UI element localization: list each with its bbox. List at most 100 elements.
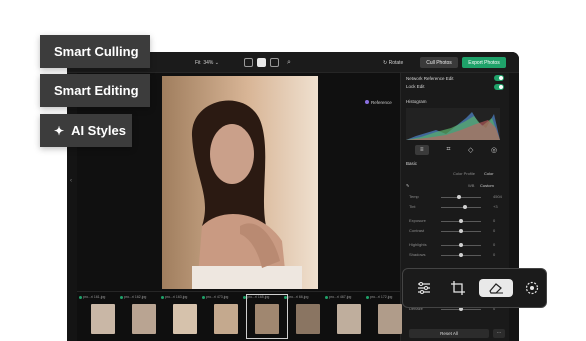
slider-track[interactable] — [441, 197, 481, 198]
reference-label: Reference — [371, 100, 392, 105]
slider-knob[interactable] — [463, 205, 467, 209]
ai-style-icon[interactable] — [521, 279, 543, 297]
prev-arrow-icon[interactable]: ‹ — [70, 178, 72, 184]
slider-knob[interactable] — [459, 229, 463, 233]
histogram-label: Histogram — [406, 99, 427, 104]
slider-temp[interactable]: Temp 4504 — [409, 194, 504, 200]
filmstrip-thumbnail — [91, 304, 115, 334]
smart-editing-callout: Smart Editing — [40, 74, 150, 107]
slider-label: Shadows — [409, 252, 426, 257]
status-dot-icon — [79, 296, 82, 299]
slider-shadows[interactable]: Shadows 0 — [409, 252, 504, 258]
sparkle-icon: ✦ — [54, 123, 65, 138]
slider-value: 0 — [493, 228, 496, 233]
wb-label: WB — [468, 183, 475, 188]
slider-knob[interactable] — [459, 219, 463, 223]
reset-all-button[interactable]: Reset All — [409, 329, 489, 338]
slider-label: Highlights — [409, 242, 427, 247]
adjust-tab-icon[interactable]: ≡ — [414, 145, 429, 155]
lock-edit-toggle[interactable] — [494, 84, 504, 90]
filmstrip-thumbnail — [296, 304, 320, 334]
slider-value: 0 — [493, 242, 496, 247]
slider-highlights[interactable]: Highlights 0 — [409, 242, 504, 248]
wb-select[interactable]: Custom — [480, 183, 494, 188]
status-dot-icon — [120, 296, 123, 299]
crop-tab-icon[interactable]: ⌗ — [446, 146, 450, 154]
filmstrip-item[interactable]: pro...ri 66.jpg — [284, 295, 328, 338]
page: Fit 34% ⌄ ⌕ ↻ Rotate Cull Photos Export … — [0, 0, 586, 341]
main-photo[interactable] — [162, 76, 318, 289]
status-dot-icon — [161, 296, 164, 299]
color-profile-select[interactable]: Color — [484, 171, 494, 176]
ai-styles-label: AI Styles — [71, 123, 126, 138]
slider-label: Temp — [409, 194, 419, 199]
filmstrip-item[interactable]: pro...ri 467.jpg — [325, 295, 369, 338]
filmstrip-item[interactable]: pro...ri 161.jpg — [79, 295, 123, 338]
export-photos-button[interactable]: Export Photos — [462, 57, 506, 68]
more-options-button[interactable]: ⋯ — [493, 329, 505, 338]
filmstrip-thumbnail — [214, 304, 238, 334]
filmstrip-thumbnail — [255, 304, 279, 334]
lock-edit-label: Lock Edit — [406, 84, 425, 89]
styles-tab-icon[interactable]: ◎ — [491, 146, 497, 154]
eraser-tab-icon[interactable]: ◇ — [468, 146, 473, 154]
single-view-icon[interactable] — [257, 58, 266, 67]
search-icon[interactable]: ⌕ — [287, 56, 291, 69]
filmstrip-thumbnail — [378, 304, 402, 334]
status-dot-icon — [325, 296, 328, 299]
filmstrip-filename: pro...ri 165.jpg — [247, 295, 270, 299]
filmstrip-item[interactable]: pro...ri 162.jpg — [120, 295, 164, 338]
filmstrip-filename: pro...ri 467.jpg — [329, 295, 352, 299]
filmstrip-thumbnail — [173, 304, 197, 334]
reference-dot-icon — [365, 100, 369, 104]
zoom-control[interactable]: Fit 34% ⌄ — [195, 56, 219, 69]
fit-label: Fit — [195, 59, 201, 66]
rotate-label: Rotate — [388, 59, 404, 66]
slider-value: 0 — [493, 252, 496, 257]
slider-value: 0 — [493, 218, 496, 223]
network-edit-label: Network Reference Edit — [406, 76, 454, 81]
slider-label: Tint — [409, 204, 416, 209]
cull-photos-button[interactable]: Cull Photos — [420, 57, 458, 68]
status-dot-icon — [202, 296, 205, 299]
slider-knob[interactable] — [457, 195, 461, 199]
filmstrip-filename: pro...ri 161.jpg — [83, 295, 106, 299]
filmstrip: pro...ri 161.jpg pro...ri 162.jpg pro...ri… — [77, 291, 402, 341]
network-edit-toggle[interactable] — [494, 75, 504, 81]
filmstrip-filename: pro...ri 163.jpg — [165, 295, 188, 299]
slider-label: Contrast — [409, 228, 425, 233]
smart-editing-label: Smart Editing — [54, 83, 139, 98]
basic-section-label: Basic — [406, 161, 418, 166]
slider-track[interactable] — [441, 207, 481, 208]
filmstrip-thumbnail — [337, 304, 361, 334]
slider-knob[interactable] — [459, 253, 463, 257]
slider-tint[interactable]: Tint +3 — [409, 204, 504, 210]
adjust-icon[interactable] — [413, 279, 435, 297]
status-dot-icon — [366, 296, 369, 299]
filmstrip-filename: pro...ri 172.jpg — [370, 295, 393, 299]
filmstrip-item[interactable]: pro...ri 165.jpg — [243, 294, 288, 339]
grid-view-icon[interactable] — [244, 58, 253, 67]
ai-styles-callout: ✦ AI Styles — [40, 114, 132, 147]
reference-badge[interactable]: Reference — [365, 100, 392, 105]
compare-view-icon[interactable] — [270, 58, 279, 67]
slider-knob[interactable] — [459, 243, 463, 247]
filmstrip-filename: pro...ri 473.jpg — [206, 295, 229, 299]
status-dot-icon — [284, 296, 287, 299]
eyedropper-icon[interactable]: ✎ — [406, 183, 409, 188]
filmstrip-filename: pro...ri 66.jpg — [288, 295, 309, 299]
smart-culling-label: Smart Culling — [54, 44, 139, 59]
slider-value: +3 — [493, 204, 498, 209]
zoom-value: 34% — [203, 59, 214, 66]
slider-contrast[interactable]: Contrast 0 — [409, 228, 504, 234]
eraser-icon[interactable] — [479, 279, 513, 297]
crop-icon[interactable] — [447, 279, 469, 297]
filmstrip-item[interactable]: pro...ri 473.jpg — [202, 295, 246, 338]
filmstrip-filename: pro...ri 162.jpg — [124, 295, 147, 299]
filmstrip-item[interactable]: pro...ri 163.jpg — [161, 295, 205, 338]
slider-exposure[interactable]: Exposure 0 — [409, 218, 504, 224]
rotate-button[interactable]: ↻ Rotate — [383, 56, 403, 69]
smart-culling-callout: Smart Culling — [40, 35, 150, 68]
slider-label: Exposure — [409, 218, 426, 223]
histogram — [406, 108, 500, 140]
